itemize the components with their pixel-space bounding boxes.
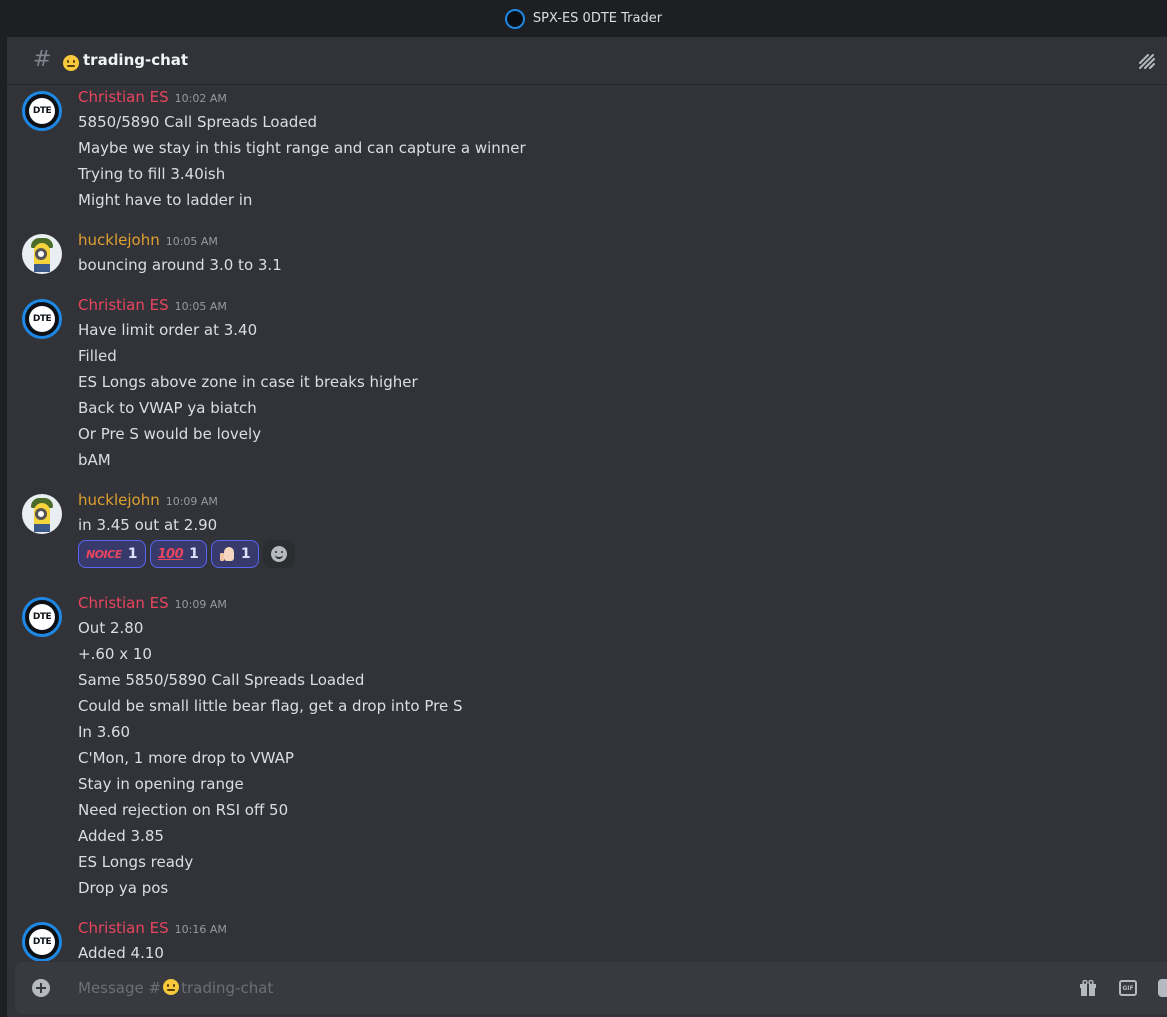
message-line: Drop ya pos	[78, 879, 169, 897]
message-line: in 3.45 out at 2.90	[78, 516, 218, 534]
message-line: Added 3.85	[78, 827, 164, 845]
message-line: Filled	[78, 347, 117, 365]
add-reaction-button[interactable]	[262, 540, 295, 568]
timestamp[interactable]: 10:02 AM	[175, 92, 227, 105]
message-composer[interactable]: Message # trading-chat GIF	[15, 962, 1167, 1014]
reaction-bar: NOICE 1 100 1 1	[78, 540, 295, 568]
add-attachment-icon[interactable]	[32, 979, 50, 997]
channel-header: # trading-chat	[7, 37, 1167, 85]
reaction-count: 1	[127, 546, 138, 562]
gift-icon[interactable]	[1079, 980, 1097, 996]
author-name[interactable]: Christian ES	[78, 919, 169, 937]
threads-icon[interactable]	[1137, 51, 1157, 71]
message-line: bouncing around 3.0 to 3.1	[78, 256, 282, 274]
message-line: ES Longs ready	[78, 853, 194, 871]
timestamp[interactable]: 10:09 AM	[175, 598, 227, 611]
noice-emoji-icon: NOICE	[86, 547, 122, 561]
message-line: 5850/5890 Call Spreads Loaded	[78, 113, 318, 131]
message-line: bAM	[78, 451, 111, 469]
reaction-count: 1	[240, 546, 251, 562]
left-edge	[0, 37, 7, 1017]
hash-icon: #	[33, 47, 52, 72]
timestamp[interactable]: 10:05 AM	[166, 235, 218, 248]
message-line: ES Longs above zone in case it breaks hi…	[78, 373, 418, 391]
hundred-emoji-icon: 100	[157, 546, 184, 562]
reaction-100[interactable]: 100 1	[149, 540, 207, 568]
reaction-noice[interactable]: NOICE 1	[78, 540, 146, 568]
avatar[interactable]: DTE	[22, 299, 62, 339]
message-line: Stay in opening range	[78, 775, 244, 793]
author-name[interactable]: Christian ES	[78, 88, 169, 106]
avatar[interactable]	[22, 494, 62, 534]
message-input[interactable]: Message # trading-chat	[78, 979, 273, 997]
odte-logo-icon: DTE	[29, 929, 55, 955]
message-line: Could be small little bear flag, get a d…	[78, 697, 463, 715]
odte-logo-icon: DTE	[29, 604, 55, 630]
author-name[interactable]: Christian ES	[78, 296, 169, 314]
avatar[interactable]: DTE	[22, 597, 62, 637]
message-line: Same 5850/5890 Call Spreads Loaded	[78, 671, 365, 689]
odte-logo-icon: DTE	[29, 98, 55, 124]
thumbs-up-icon	[219, 546, 235, 562]
timestamp[interactable]: 10:16 AM	[175, 923, 227, 936]
author-name[interactable]: hucklejohn	[78, 491, 160, 509]
message-line: In 3.60	[78, 723, 131, 741]
sticker-icon[interactable]	[1158, 979, 1167, 997]
message-line: Need rejection on RSI off 50	[78, 801, 289, 819]
timestamp[interactable]: 10:05 AM	[175, 300, 227, 313]
author-name[interactable]: Christian ES	[78, 594, 169, 612]
message-line: Might have to ladder in	[78, 191, 253, 209]
message-line: Out 2.80	[78, 619, 144, 637]
minion-pants	[34, 524, 50, 532]
window-title: SPX-ES 0DTE Trader	[532, 11, 663, 26]
placeholder-channel: trading-chat	[181, 979, 274, 997]
message-line: Have limit order at 3.40	[78, 321, 258, 339]
message-line: Back to VWAP ya biatch	[78, 399, 257, 417]
minion-goggle	[35, 508, 47, 520]
channel-name: trading-chat	[83, 51, 189, 69]
message-line: Or Pre S would be lovely	[78, 425, 262, 443]
message-line: C'Mon, 1 more drop to VWAP	[78, 749, 294, 767]
message-list[interactable]: DTE Christian ES 10:02 AM 5850/5890 Call …	[7, 85, 1167, 961]
reaction-thumbs-up[interactable]: 1	[210, 540, 259, 568]
author-name[interactable]: hucklejohn	[78, 231, 160, 249]
gif-icon[interactable]: GIF	[1119, 980, 1137, 996]
message-line: Trying to fill 3.40ish	[78, 165, 226, 183]
placeholder-prefix: Message #	[78, 979, 162, 997]
odte-logo-icon: DTE	[29, 306, 55, 332]
grinning-face-icon	[63, 52, 79, 71]
avatar[interactable]: DTE	[22, 91, 62, 131]
minion-goggle	[35, 248, 47, 260]
window-titlebar: SPX-ES 0DTE Trader	[0, 0, 1167, 37]
message-line: +.60 x 10	[78, 645, 152, 663]
server-logo-icon	[504, 8, 525, 29]
message-line: Added 4.10	[78, 944, 164, 961]
grinning-face-icon	[163, 979, 180, 995]
avatar[interactable]: DTE	[22, 922, 62, 961]
add-reaction-icon	[270, 546, 287, 562]
reaction-count: 1	[189, 546, 199, 562]
minion-pants	[34, 264, 50, 272]
avatar[interactable]	[22, 234, 62, 274]
message-line: Maybe we stay in this tight range and ca…	[78, 139, 526, 157]
timestamp[interactable]: 10:09 AM	[166, 495, 218, 508]
